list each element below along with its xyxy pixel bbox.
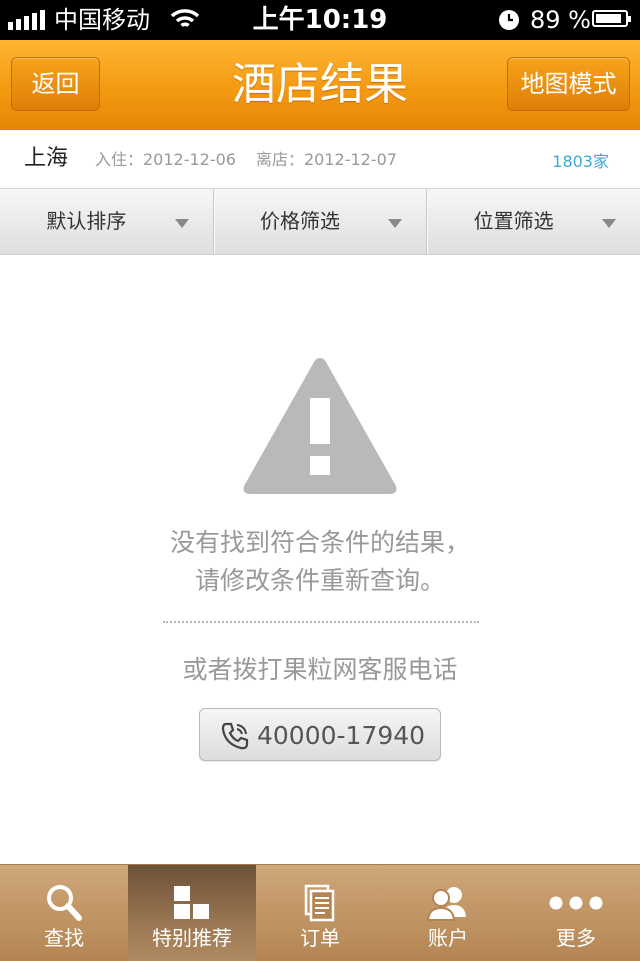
city-label: 上海 [24, 146, 69, 171]
dotted-divider [163, 621, 479, 623]
status-bar: 中国移动 上午10:19 89 % [0, 0, 640, 40]
call-hint-text: 或者拨打果粒网客服电话 [182, 655, 458, 684]
tab-bar: 查找 特别推荐 订单 账户 更多 [0, 864, 640, 961]
tab-label: 账户 [428, 926, 468, 950]
hotel-count: 1803家 [552, 152, 609, 171]
retry-hint-message: 请修改条件重新查询。 [194, 566, 445, 595]
tab-label: 特别推荐 [152, 926, 232, 950]
no-results-message: 没有找到符合条件的结果， [169, 528, 470, 557]
map-mode-button[interactable]: 地图模式 [507, 57, 630, 111]
checkout-date: 离店：2012-12-07 [256, 150, 397, 169]
phone-icon [221, 722, 249, 750]
tab-more[interactable]: 更多 [512, 865, 640, 961]
account-icon [426, 887, 466, 921]
dropdown-arrow-icon [174, 219, 189, 228]
call-hotline-button[interactable]: 40000-17940 [199, 708, 441, 761]
tab-label: 查找 [44, 926, 84, 950]
search-icon [47, 885, 82, 921]
search-info-row: 上海 入住：2012-12-06 离店：2012-12-07 1803家 [0, 130, 640, 189]
dropdown-arrow-icon [602, 219, 617, 228]
tab-label: 更多 [556, 926, 596, 950]
battery-percent: 89 % [530, 6, 591, 34]
tab-special-recommend[interactable]: 特别推荐 [128, 865, 256, 961]
filter-label: 价格筛选 [260, 209, 340, 233]
filter-label: 默认排序 [46, 209, 127, 233]
tab-label: 订单 [300, 926, 340, 950]
hotline-number: 40000-17940 [257, 721, 426, 750]
location-filter-dropdown[interactable]: 位置筛选 [426, 189, 640, 254]
tab-account[interactable]: 账户 [384, 865, 512, 961]
navigation-bar: 酒店结果 返回 地图模式 [0, 40, 640, 130]
battery-icon [592, 10, 631, 27]
tab-orders[interactable]: 订单 [256, 865, 384, 961]
sort-default-dropdown[interactable]: 默认排序 [0, 189, 213, 254]
checkin-date: 入住：2012-12-06 [95, 150, 236, 169]
warning-icon [243, 358, 397, 494]
orders-icon [304, 884, 335, 922]
more-icon [549, 896, 603, 910]
grid-icon [174, 886, 209, 919]
dropdown-arrow-icon [388, 219, 403, 228]
tab-search[interactable]: 查找 [0, 865, 128, 961]
filter-bar: 默认排序 价格筛选 位置筛选 [0, 189, 640, 255]
filter-label: 位置筛选 [473, 209, 554, 233]
alarm-clock-icon [499, 10, 519, 30]
price-filter-dropdown[interactable]: 价格筛选 [212, 189, 427, 254]
back-button[interactable]: 返回 [11, 57, 100, 111]
